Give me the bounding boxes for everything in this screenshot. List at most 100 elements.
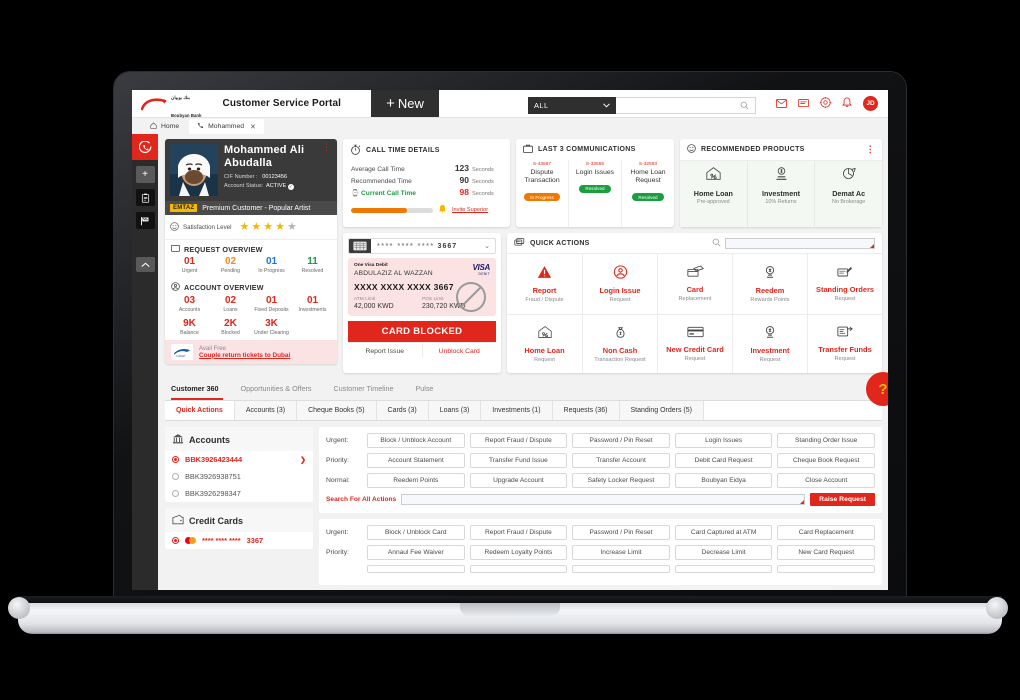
new-button[interactable]: + New: [371, 90, 439, 117]
tab-mohammed[interactable]: Mohammed ✕: [189, 119, 264, 134]
quick-action-new-credit-card[interactable]: New Credit Card Request: [657, 313, 732, 373]
subtab-cheque-books[interactable]: Cheque Books (5): [297, 401, 377, 420]
cards-normal-buttons-partial: [367, 565, 875, 573]
communication-item[interactable]: S-43667 Dispute Transaction In Progress: [516, 160, 568, 227]
action-button[interactable]: Debit Card Request: [674, 453, 773, 468]
search-input-wrap[interactable]: [616, 97, 756, 114]
communication-item[interactable]: S-32593 Home Loan Request Resolved: [621, 160, 674, 227]
credit-card-item-selected[interactable]: **** **** **** 3367: [165, 532, 313, 549]
add-button[interactable]: +: [135, 166, 155, 183]
communication-item[interactable]: S-33585 Login Issues Resolved: [568, 160, 621, 227]
search-all-actions-input[interactable]: [401, 494, 806, 505]
action-button[interactable]: Card Replacement: [777, 525, 875, 540]
close-icon[interactable]: ✕: [250, 123, 256, 131]
recommended-item[interactable]: Home Loan Pre-approved: [680, 161, 747, 227]
quick-action-non-cash[interactable]: Non Cash Transaction Request: [582, 313, 657, 373]
action-button[interactable]: Redeem Loyalty Points: [469, 545, 568, 560]
call-icon[interactable]: [132, 134, 158, 160]
kebab-menu-icon[interactable]: ⋮: [866, 144, 875, 154]
action-button[interactable]: New Card Request: [777, 545, 875, 560]
account-item-selected[interactable]: BBK3926423444 ❯: [165, 451, 313, 468]
raise-request-button[interactable]: Raise Request: [810, 493, 875, 506]
action-button[interactable]: Report Fraud / Dispute: [469, 433, 568, 448]
promo-banner[interactable]: KUWAIT Avail Free Couple return tickets …: [165, 340, 337, 364]
action-button[interactable]: Close Account: [777, 473, 875, 488]
action-button[interactable]: Transfer Account: [572, 453, 670, 468]
subtab-cards[interactable]: Cards (3): [377, 401, 429, 420]
action-button[interactable]: Decrease Limit: [674, 545, 773, 560]
quick-actions-search-input[interactable]: [725, 237, 875, 249]
action-button[interactable]: Password / Pin Reset: [572, 525, 670, 540]
quick-action-home-loan[interactable]: Home Loan Request: [507, 313, 582, 374]
quick-action-transfer-funds[interactable]: Transfer Funds Request: [807, 313, 882, 373]
recommended-item[interactable]: Investment 10% Returns: [746, 161, 815, 227]
card-brand-label: One Visa Debit: [354, 263, 388, 268]
quick-action-report[interactable]: Report Fraud / Dispute: [507, 254, 582, 314]
bell-icon[interactable]: [842, 95, 852, 113]
subtab-investments[interactable]: Investments (1): [481, 401, 553, 420]
mail-icon[interactable]: [776, 95, 787, 113]
search-scope-select[interactable]: ALL: [528, 97, 616, 114]
collapse-button[interactable]: [135, 257, 155, 272]
action-button[interactable]: Report Fraud / Dispute: [469, 525, 568, 540]
quick-action-login-issue[interactable]: Login Issue Request: [582, 254, 657, 314]
tab-pulse[interactable]: Pulse: [415, 380, 446, 400]
invite-superior-link[interactable]: Invite Superior: [452, 207, 488, 213]
subtab-requests[interactable]: Requests (36): [553, 401, 620, 420]
subtab-accounts[interactable]: Accounts (3): [235, 401, 298, 420]
quick-action-standing-orders[interactable]: Standing Orders Request: [807, 254, 882, 314]
action-button[interactable]: Upgrade Account: [469, 473, 568, 488]
quick-action-card-replacement[interactable]: Card Replacement: [657, 254, 732, 314]
qa-sub: Replacement: [678, 296, 712, 303]
action-button[interactable]: Block / Unblock Card: [367, 525, 465, 540]
quick-action-investment[interactable]: Investment Request: [732, 313, 807, 373]
subtab-standing-orders[interactable]: Standing Orders (5): [620, 401, 704, 420]
tab-home[interactable]: Home: [142, 119, 187, 134]
clipboard-icon[interactable]: [135, 189, 155, 206]
action-button[interactable]: Card Captured at ATM: [674, 525, 773, 540]
account-item[interactable]: BBK3926938751: [165, 468, 313, 485]
action-button[interactable]: Transfer Fund Issue: [469, 453, 568, 468]
unblock-card-button[interactable]: Unblock Card: [421, 343, 497, 357]
stat-balance-label: Balance: [180, 330, 199, 336]
recommended-header: RECOMMENDED PRODUCTS ⋮: [680, 139, 882, 160]
action-button[interactable]: [777, 565, 875, 573]
action-button[interactable]: Account Statement: [367, 453, 465, 468]
action-button[interactable]: Cheque Book Request: [777, 453, 875, 468]
action-button[interactable]: Password / Pin Reset: [572, 433, 670, 448]
brand-logo[interactable]: بنك بوبيان Boubyan Bank: [132, 90, 209, 118]
action-button[interactable]: [469, 565, 568, 573]
action-button[interactable]: Annaul Fee Waiver: [367, 545, 465, 560]
tab-customer-timeline[interactable]: Customer Timeline: [334, 380, 407, 400]
kebab-menu-icon[interactable]: ⋮: [322, 142, 331, 152]
action-button[interactable]: Increase Limit: [572, 545, 670, 560]
report-issue-button[interactable]: Report Issue: [348, 343, 422, 357]
account-item[interactable]: BBK3926298347: [165, 485, 313, 502]
action-button[interactable]: Safety Locker Request: [572, 473, 670, 488]
laptop-mockup: بنك بوبيان Boubyan Bank Customer Service…: [0, 0, 1020, 700]
quick-action-redeem[interactable]: Reedem Rewards Points: [732, 254, 807, 314]
target-icon[interactable]: [820, 95, 831, 113]
action-button[interactable]: Reedem Points: [367, 473, 465, 488]
tab-customer-360[interactable]: Customer 360: [171, 380, 223, 400]
action-button[interactable]: Login Issues: [674, 433, 773, 448]
recommended-item[interactable]: Demat Ac No Brokerage: [814, 161, 882, 227]
tab-opportunities-offers[interactable]: Opportunities & Offers: [241, 380, 325, 400]
accounts-column: Accounts BBK3926423444 ❯ BBK3926938751 B…: [165, 427, 313, 585]
action-button[interactable]: [674, 565, 773, 573]
avatar[interactable]: JD: [863, 96, 878, 111]
action-button[interactable]: Block / Unblock Account: [367, 433, 465, 448]
chat-icon[interactable]: [798, 95, 809, 113]
subtab-quick-actions[interactable]: Quick Actions: [165, 401, 235, 420]
satisfaction-stars[interactable]: ★ ★ ★ ★ ★: [240, 221, 297, 233]
subtab-loans[interactable]: Loans (3): [429, 401, 482, 420]
action-button[interactable]: Standing Order Issue: [777, 433, 875, 448]
action-button[interactable]: Boubyan Eidya: [674, 473, 773, 488]
recommended-title: RECOMMENDED PRODUCTS: [701, 146, 805, 153]
card-selector[interactable]: **** **** **** 3667 ⌄: [348, 238, 496, 254]
action-button[interactable]: [367, 565, 465, 573]
action-button[interactable]: [572, 565, 670, 573]
search-input[interactable]: [622, 101, 740, 110]
promo-line2[interactable]: Couple return tickets to Dubai: [199, 352, 290, 359]
flag-icon[interactable]: [135, 212, 155, 229]
